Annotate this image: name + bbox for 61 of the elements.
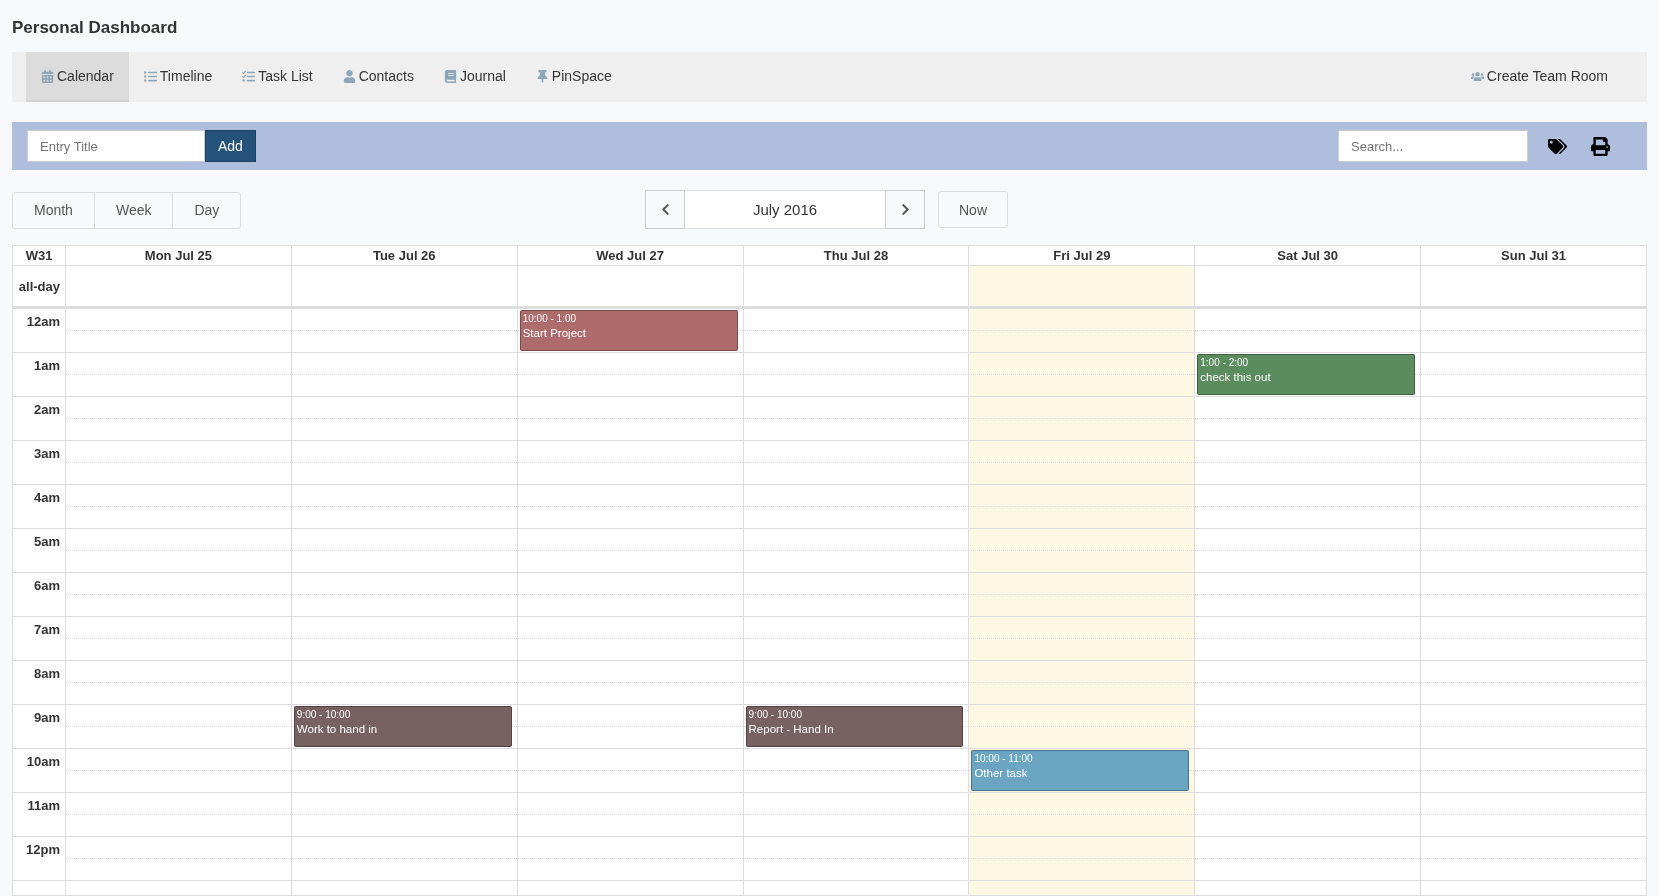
event-title: Start Project <box>522 326 587 340</box>
day-header: Sat Jul 30 <box>1194 246 1421 265</box>
hour-label: 12pm <box>25 841 61 859</box>
calendar-event[interactable]: 9:00 - 10:00 Work to hand in <box>293 706 512 747</box>
nav-tab[interactable]: PinSpace <box>520 52 627 102</box>
hour-label: 1am <box>32 357 61 375</box>
book-icon <box>443 69 457 83</box>
event-title: Other task <box>974 766 1029 780</box>
view-button[interactable]: Week <box>93 191 174 229</box>
print-icon[interactable] <box>1591 136 1610 156</box>
view-button[interactable]: Month <box>12 191 95 229</box>
day-header: Tue Jul 26 <box>290 246 517 265</box>
pin-icon <box>535 69 549 83</box>
hour-label: 6am <box>32 577 61 595</box>
calendar-event[interactable]: 1:00 - 2:00 check this out <box>1197 354 1416 395</box>
user-icon <box>342 69 356 83</box>
now-button[interactable]: Now <box>938 191 1008 228</box>
hour-label: 5am <box>32 533 61 551</box>
calendar-icon <box>41 69 54 83</box>
day-header: Fri Jul 29 <box>968 246 1195 265</box>
hour-label: 12am <box>25 313 61 331</box>
hour-label: 2am <box>32 401 61 419</box>
hour-label: 11am <box>26 797 61 815</box>
nav-tab[interactable]: Timeline <box>128 52 228 102</box>
event-title: check this out <box>1200 370 1272 384</box>
search-field[interactable]: Search... <box>1338 130 1528 162</box>
event-time: 9:00 - 10:00 <box>296 708 352 722</box>
view-button[interactable]: Day <box>172 191 242 229</box>
event-time: 10:00 - 1:00 <box>522 312 578 326</box>
week-number: W31 <box>24 247 54 265</box>
day-header: Sun Jul 31 <box>1420 246 1646 265</box>
nav-tab[interactable]: Calendar <box>26 52 129 102</box>
add-button[interactable]: Add <box>205 130 256 162</box>
period-label: July 2016 <box>685 190 885 229</box>
hour-label: 7am <box>32 621 61 639</box>
page-title: Personal Dashboard <box>12 18 179 38</box>
all-day-label: all-day <box>17 278 61 296</box>
nav-tab[interactable]: Contacts <box>327 52 429 102</box>
event-title: Work to hand in <box>296 722 379 736</box>
day-header: Thu Jul 28 <box>742 246 969 265</box>
day-header: Wed Jul 27 <box>516 246 743 265</box>
list-icon <box>143 69 157 83</box>
create-team-room-link[interactable]: Create Team Room <box>1455 52 1623 102</box>
event-title: Report - Hand In <box>748 722 835 736</box>
calendar-event[interactable]: 9:00 - 10:00 Report - Hand In <box>745 706 964 747</box>
hour-label: 9am <box>32 709 61 727</box>
event-time: 9:00 - 10:00 <box>748 708 803 722</box>
hour-label: 8am <box>32 665 61 683</box>
day-header: Mon Jul 25 <box>65 246 291 265</box>
entry-title-field[interactable]: Entry Title <box>27 130 205 162</box>
hour-label: 4am <box>32 489 61 507</box>
tasks-icon <box>242 69 256 83</box>
users-icon <box>1470 69 1484 83</box>
tags-icon[interactable] <box>1548 136 1567 156</box>
nav-tab[interactable]: Task List <box>227 52 328 102</box>
nav-tab[interactable]: Journal <box>428 52 521 102</box>
calendar-event[interactable]: 10:00 - 1:00 Start Project <box>519 310 738 351</box>
event-time: 1:00 - 2:00 <box>1200 356 1250 370</box>
hour-label: 3am <box>32 445 61 463</box>
event-time: 10:00 - 11:00 <box>974 752 1034 766</box>
hour-label: 10am <box>25 753 61 771</box>
